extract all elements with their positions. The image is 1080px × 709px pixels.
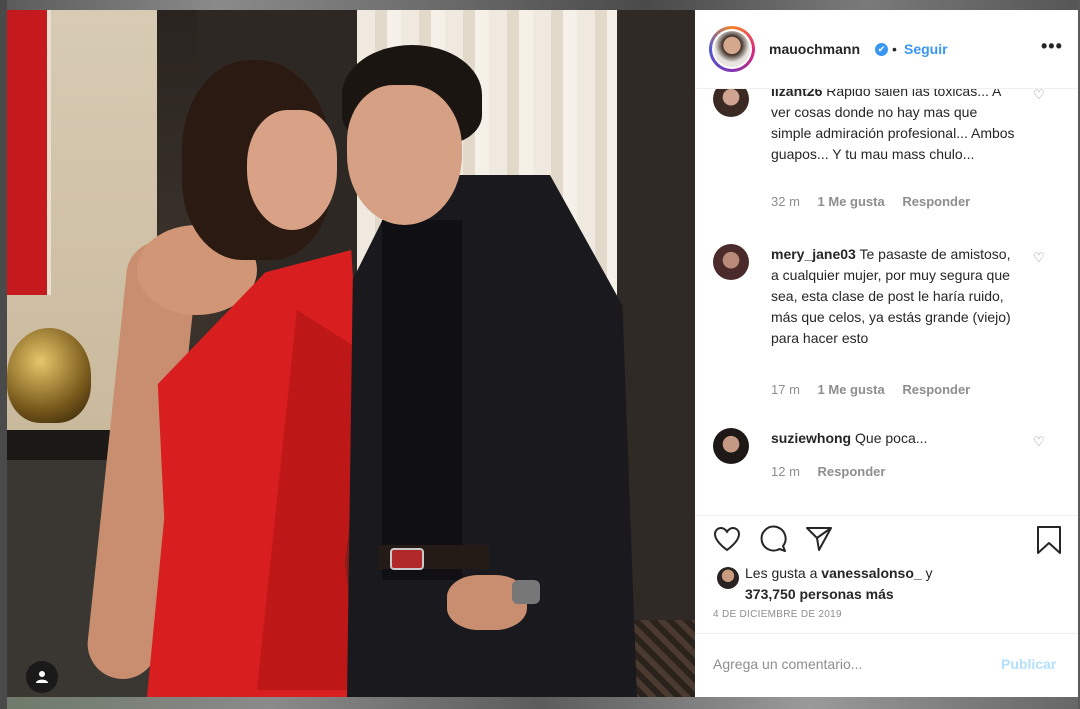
likes-mid: y	[921, 565, 933, 581]
story-ring[interactable]	[709, 26, 755, 72]
comment-time: 32 m	[771, 194, 800, 209]
photo-watch	[512, 580, 540, 604]
comment-input[interactable]	[713, 656, 983, 672]
avatar[interactable]	[713, 244, 749, 280]
follow-button[interactable]: Seguir	[904, 41, 948, 57]
comment-username[interactable]: suziewhong	[771, 430, 851, 446]
comment-likes[interactable]: 1 Me gusta	[818, 382, 885, 397]
post-comment-button[interactable]: Publicar	[1001, 656, 1056, 672]
background-feed-top	[0, 0, 1080, 10]
separator-dot: •	[892, 41, 897, 57]
person-icon	[36, 671, 48, 683]
photo-man-face	[347, 85, 462, 225]
photo-woman-face	[247, 110, 337, 230]
comment-meta: 32 m 1 Me gusta Responder	[771, 194, 984, 209]
reply-button[interactable]: Responder	[902, 382, 970, 397]
post-header: mauochmann ✔ • Seguir •••	[695, 10, 1078, 89]
reply-button[interactable]: Responder	[902, 194, 970, 209]
post-actions: Les gusta a vanessalonso_ y 373,750 pers…	[695, 515, 1078, 698]
likes-summary: Les gusta a vanessalonso_ y 373,750 pers…	[745, 563, 975, 605]
reply-button[interactable]: Responder	[818, 464, 886, 479]
background-feed-left	[0, 0, 7, 709]
comment-time: 12 m	[771, 464, 800, 479]
comment-time: 17 m	[771, 382, 800, 397]
likes-prefix: Les gusta a	[745, 565, 822, 581]
tagged-user-icon[interactable]	[26, 661, 58, 693]
comment-meta: 17 m 1 Me gusta Responder	[771, 382, 984, 397]
heart-icon[interactable]	[713, 526, 741, 552]
avatar[interactable]	[717, 567, 739, 589]
photo-man-shirt	[382, 220, 462, 580]
avatar	[714, 31, 750, 67]
share-icon[interactable]	[805, 526, 833, 552]
photo-gold-vase	[7, 328, 91, 423]
comment-username[interactable]: mery_jane03	[771, 246, 856, 262]
heart-icon[interactable]: ♡	[1033, 434, 1045, 450]
verified-icon: ✔	[875, 43, 888, 56]
photo-red-painting	[7, 10, 51, 295]
photo-belt-buckle	[390, 548, 424, 570]
heart-icon[interactable]: ♡	[1033, 250, 1045, 266]
comment-body: Que poca...	[855, 430, 928, 446]
likes-count[interactable]: 373,750 personas más	[745, 586, 894, 602]
comment-icon[interactable]	[759, 525, 787, 553]
post-photo[interactable]	[7, 10, 695, 697]
comment-username[interactable]: lizant26	[771, 89, 822, 99]
avatar[interactable]	[713, 89, 749, 117]
post-username[interactable]: mauochmann	[769, 41, 860, 57]
more-options-icon[interactable]: •••	[1041, 36, 1063, 57]
add-comment-bar: Publicar	[695, 633, 1078, 699]
liker-username[interactable]: vanessalonso_	[821, 565, 921, 581]
comment-likes[interactable]: 1 Me gusta	[818, 194, 885, 209]
avatar-frame	[712, 29, 752, 69]
comments-list[interactable]: lizant26 Rápido salen las tóxicas... A v…	[695, 89, 1078, 514]
avatar[interactable]	[713, 428, 749, 464]
heart-icon[interactable]: ♡	[1033, 89, 1045, 103]
comment-text: suziewhong Que poca...	[771, 428, 1021, 449]
bookmark-icon[interactable]	[1036, 525, 1062, 555]
comment-text: mery_jane03 Te pasaste de amistoso, a cu…	[771, 244, 1021, 349]
post-side-panel: mauochmann ✔ • Seguir ••• lizant26 Rápid…	[695, 10, 1078, 697]
comment-body: Rápido salen las tóxicas... A ver cosas …	[771, 89, 1015, 162]
post-date[interactable]: 4 DE DICIEMBRE DE 2019	[713, 609, 842, 620]
comment-text: lizant26 Rápido salen las tóxicas... A v…	[771, 89, 1021, 165]
comment-meta: 12 m Responder	[771, 464, 899, 479]
